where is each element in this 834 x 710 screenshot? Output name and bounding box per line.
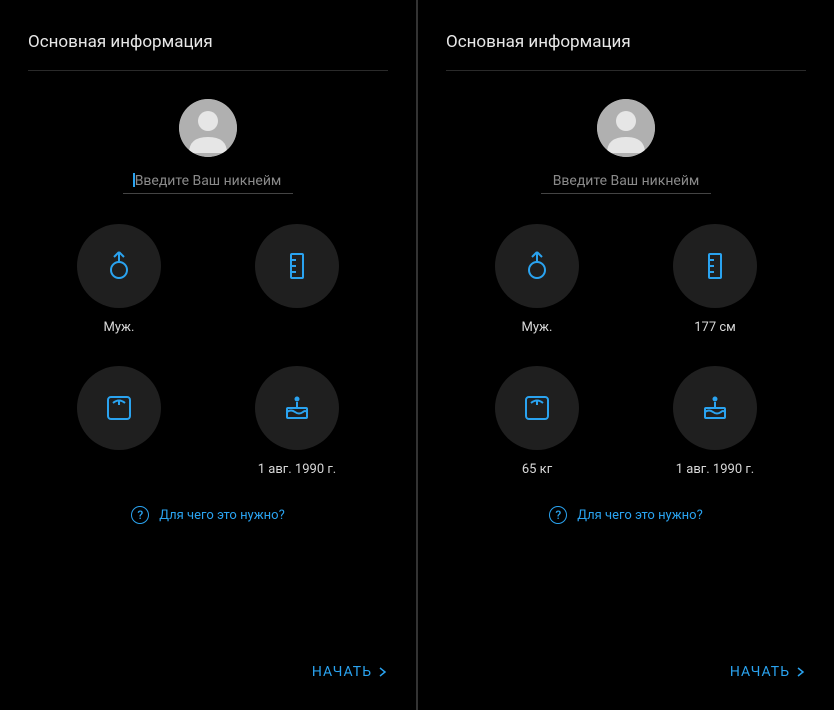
- gender-cell[interactable]: Муж.: [50, 224, 188, 336]
- gender-cell[interactable]: Муж.: [468, 224, 606, 336]
- cake-icon: [255, 366, 339, 450]
- height-cell[interactable]: 177 см: [646, 224, 784, 336]
- chevron-right-icon: [378, 667, 388, 677]
- scale-icon: [495, 366, 579, 450]
- question-icon: ?: [131, 506, 149, 524]
- weight-label: 65 кг: [522, 462, 552, 478]
- nickname-input[interactable]: Введите Ваш никнейм: [541, 171, 711, 194]
- avatar-container: [20, 99, 396, 157]
- gender-label: Муж.: [522, 320, 553, 336]
- weight-cell[interactable]: 65 кг: [468, 366, 606, 478]
- cake-icon: [673, 366, 757, 450]
- start-button[interactable]: НАЧАТЬ: [312, 664, 388, 680]
- avatar-icon[interactable]: [179, 99, 237, 157]
- height-cell[interactable]: [228, 224, 366, 336]
- nickname-container: Введите Ваш никнейм: [20, 171, 396, 194]
- page-title: Основная информация: [438, 32, 814, 70]
- ruler-icon: [673, 224, 757, 308]
- scale-icon: [77, 366, 161, 450]
- nickname-container: Введите Ваш никнейм: [438, 171, 814, 194]
- help-text: Для чего это нужно?: [159, 508, 284, 523]
- page-title: Основная информация: [20, 32, 396, 70]
- start-label: НАЧАТЬ: [312, 664, 372, 680]
- nickname-input[interactable]: Введите Ваш никнейм: [123, 171, 293, 194]
- birthday-label: 1 авг. 1990 г.: [676, 462, 754, 478]
- help-link[interactable]: ? Для чего это нужно?: [20, 506, 396, 524]
- avatar-container: [438, 99, 814, 157]
- divider-line: [28, 70, 388, 71]
- height-label: 177 см: [694, 320, 736, 336]
- avatar-icon[interactable]: [597, 99, 655, 157]
- help-text: Для чего это нужно?: [577, 508, 702, 523]
- start-label: НАЧАТЬ: [730, 664, 790, 680]
- start-button[interactable]: НАЧАТЬ: [730, 664, 806, 680]
- weight-cell[interactable]: [50, 366, 188, 478]
- divider-line: [446, 70, 806, 71]
- info-grid: Муж. 1 авг. 1990 г.: [20, 224, 396, 478]
- male-icon: [495, 224, 579, 308]
- question-icon: ?: [549, 506, 567, 524]
- gender-label: Муж.: [104, 320, 135, 336]
- birthday-cell[interactable]: 1 авг. 1990 г.: [228, 366, 366, 478]
- birthday-cell[interactable]: 1 авг. 1990 г.: [646, 366, 784, 478]
- help-link[interactable]: ? Для чего это нужно?: [438, 506, 814, 524]
- male-icon: [77, 224, 161, 308]
- pane-right: Основная информация Введите Ваш никнейм …: [418, 0, 834, 710]
- info-grid: Муж. 177 см 65 кг 1 авг. 1990 г.: [438, 224, 814, 478]
- chevron-right-icon: [796, 667, 806, 677]
- ruler-icon: [255, 224, 339, 308]
- pane-left: Основная информация Введите Ваш никнейм …: [0, 0, 416, 710]
- birthday-label: 1 авг. 1990 г.: [258, 462, 336, 478]
